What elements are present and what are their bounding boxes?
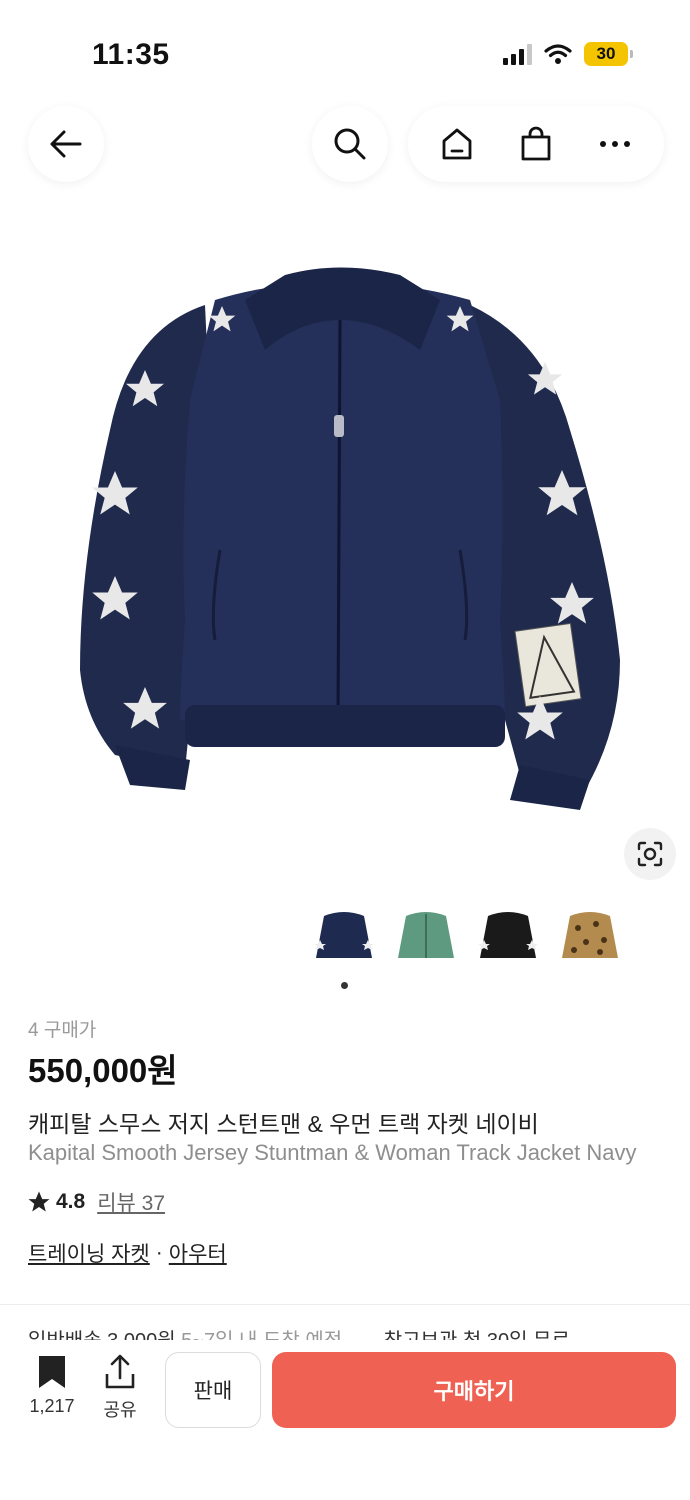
thumbnail-swatch	[316, 912, 372, 958]
buy-button[interactable]: 구매하기	[272, 1352, 676, 1428]
bookmark-icon	[39, 1356, 65, 1388]
carousel-indicator	[341, 982, 348, 989]
image-search-button[interactable]	[624, 828, 676, 880]
save-button[interactable]: 1,217	[26, 1354, 78, 1417]
more-dots-icon	[599, 141, 630, 147]
shopping-bag-icon	[521, 126, 551, 161]
product-price: 550,000원	[28, 1052, 178, 1089]
jacket-thumbnail-image	[562, 912, 618, 958]
status-bar: 11:35 30	[0, 0, 690, 100]
back-button[interactable]	[28, 106, 104, 182]
wifi-icon	[544, 44, 572, 64]
bottom-action-bar: 1,217 공유 판매 구매하기	[0, 1340, 690, 1500]
product-title-english: Kapital Smooth Jersey Stuntman & Woman T…	[28, 1140, 637, 1165]
category-link-outer[interactable]: 아우터	[169, 1238, 227, 1268]
save-count: 1,217	[29, 1396, 75, 1416]
search-icon	[334, 128, 366, 160]
top-action-group	[408, 106, 664, 182]
category-link-training-jacket[interactable]: 트레이닝 자켓	[28, 1238, 150, 1268]
thumbnail-black[interactable]	[472, 900, 544, 972]
thumbnail-swatch	[480, 912, 536, 958]
buyer-count: 4 구매가	[28, 1020, 97, 1041]
product-title-korean: 캐피탈 스무스 저지 스턴트맨 & 우먼 트랙 자켓 네이비	[28, 1111, 539, 1137]
battery-indicator: 30	[584, 42, 633, 66]
thumbnail-navy[interactable]	[308, 900, 380, 972]
home-button[interactable]	[427, 114, 487, 174]
jacket-thumbnail-image	[478, 912, 538, 958]
color-thumbnails	[308, 900, 626, 972]
more-button[interactable]	[585, 114, 645, 174]
share-label: 공유	[103, 1400, 137, 1420]
product-image[interactable]	[0, 200, 690, 890]
sell-button[interactable]: 판매	[165, 1352, 261, 1428]
thumbnail-leopard[interactable]	[554, 900, 626, 972]
cart-button[interactable]	[506, 114, 566, 174]
thumbnail-swatch	[562, 912, 618, 958]
arrow-left-icon	[50, 130, 82, 158]
product-rating: 4.8 리뷰 37	[28, 1187, 165, 1217]
jacket-thumbnail-image	[314, 912, 374, 958]
camera-scan-icon	[637, 841, 663, 867]
review-link[interactable]: 리뷰 37	[97, 1187, 165, 1217]
thumbnail-green[interactable]	[390, 900, 462, 972]
share-button[interactable]: 공유	[96, 1354, 144, 1422]
rating-score: 4.8	[56, 1190, 86, 1213]
category-separator: ·	[155, 1241, 163, 1264]
signal-icon	[503, 43, 532, 65]
star-icon	[28, 1191, 50, 1212]
status-time: 11:35	[92, 38, 170, 71]
section-divider	[0, 1304, 690, 1305]
category-breadcrumb: 트레이닝 자켓 · 아우터	[28, 1238, 227, 1268]
status-icons: 30	[503, 42, 633, 66]
jacket-thumbnail-image	[398, 912, 454, 958]
home-icon	[442, 128, 472, 160]
search-button[interactable]	[312, 106, 388, 182]
share-icon	[105, 1354, 135, 1389]
